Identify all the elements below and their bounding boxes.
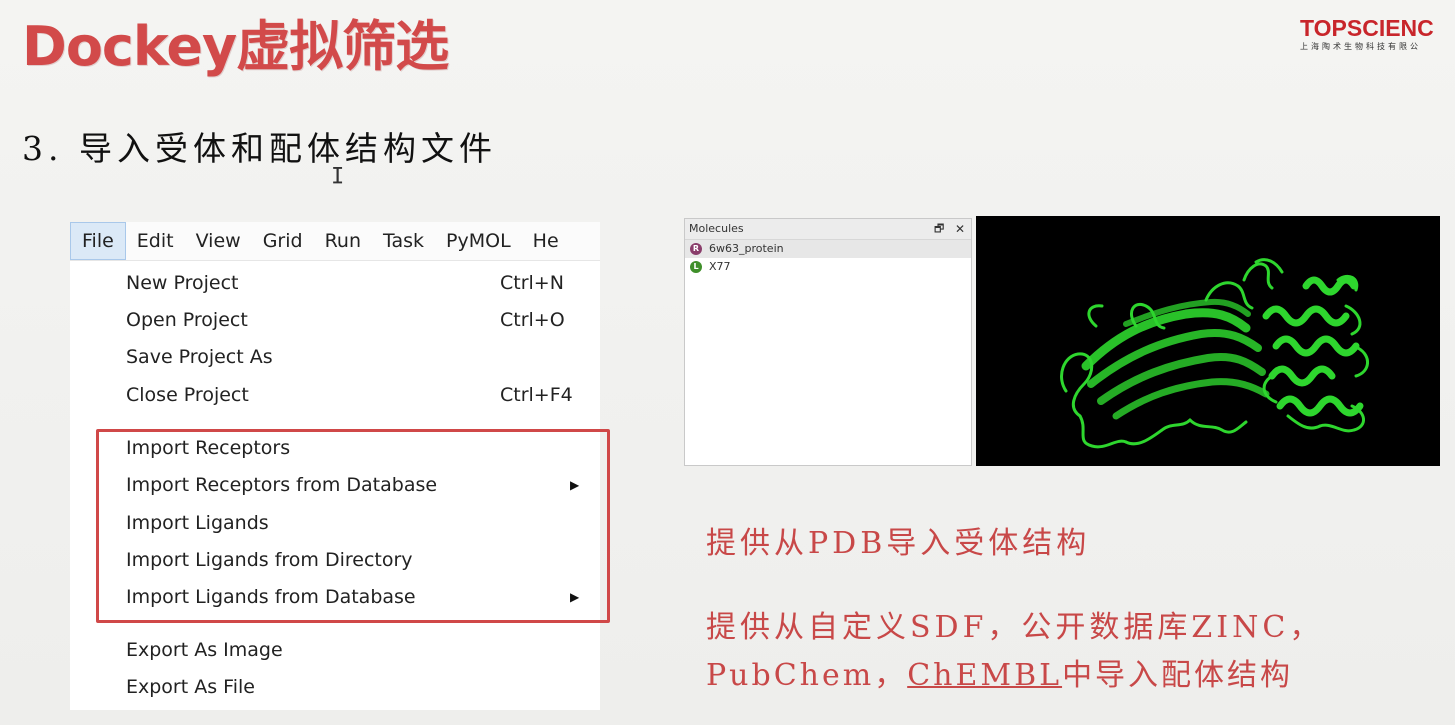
step-heading: 3. 导入受体和配体结构文件 <box>22 129 497 168</box>
import-highlight-box <box>96 429 610 623</box>
slide-title: Dockey虚拟筛选 <box>22 15 449 78</box>
menu-item-label: Save Project As <box>126 346 273 368</box>
menu-item-shortcut: Ctrl+F4 <box>500 384 573 406</box>
menu-item-label: Export As File <box>126 676 255 698</box>
menu-item-shortcut: Ctrl+N <box>500 272 564 294</box>
float-panel-icon[interactable]: 🗗 <box>934 219 944 239</box>
menu-help[interactable]: He <box>522 222 570 260</box>
menu-item-close-project[interactable]: Close Project Ctrl+F4 <box>126 378 600 412</box>
molecule-row-ligand[interactable]: L X77 <box>685 258 971 276</box>
molecule-name: X77 <box>709 260 731 273</box>
slide: Dockey虚拟筛选 TOPSCIENC 上海陶术生物科技有限公 3. 导入受体… <box>0 0 1455 725</box>
menu-item-label: Close Project <box>126 384 249 406</box>
menu-edit[interactable]: Edit <box>126 222 185 260</box>
menu-item-shortcut: Ctrl+O <box>500 309 565 331</box>
chembl-text: ChEMBL <box>907 658 1063 693</box>
menu-item-export-as-image[interactable]: Export As Image <box>126 633 600 667</box>
menu-item-export-as-file[interactable]: Export As File <box>126 670 600 704</box>
menubar: File Edit View Grid Run Task PyMOL He <box>70 222 600 261</box>
molecules-panel-title: Molecules <box>689 222 744 235</box>
text-cursor-icon: Ι <box>331 164 345 189</box>
menu-item-label: New Project <box>126 272 239 294</box>
menu-item-open-project[interactable]: Open Project Ctrl+O <box>126 303 600 337</box>
logo-brand: TOPSCIENC <box>1300 16 1434 41</box>
protein-3d-viewer[interactable] <box>976 216 1440 466</box>
molecules-panel-header: Molecules 🗗 ✕ <box>685 219 971 240</box>
menu-item-new-project[interactable]: New Project Ctrl+N <box>126 266 600 300</box>
protein-ribbon-icon <box>1060 258 1369 449</box>
menu-task[interactable]: Task <box>372 222 435 260</box>
pubchem-text: PubChem， <box>706 658 908 693</box>
close-panel-icon[interactable]: ✕ <box>955 219 965 239</box>
menu-grid[interactable]: Grid <box>252 222 314 260</box>
menu-item-save-project-as[interactable]: Save Project As <box>126 340 600 374</box>
menu-item-label: Open Project <box>126 309 248 331</box>
receptor-import-note: 提供从PDB导入受体结构 <box>706 526 1091 561</box>
ligand-badge-icon: L <box>690 261 702 273</box>
molecule-name: 6w63_protein <box>709 242 784 255</box>
molecules-panel: Molecules 🗗 ✕ R 6w63_protein L X77 <box>684 218 972 466</box>
ligand-note-tail: 中导入配体结构 <box>1062 658 1294 693</box>
menu-file[interactable]: File <box>70 222 126 260</box>
logo-subtitle: 上海陶术生物科技有限公 <box>1300 42 1421 51</box>
molecule-row-receptor[interactable]: R 6w63_protein <box>685 240 971 258</box>
menu-item-label: Export As Image <box>126 639 283 661</box>
menu-run[interactable]: Run <box>314 222 372 260</box>
receptor-badge-icon: R <box>690 243 702 255</box>
ligand-import-note-line2: PubChem，ChEMBL中导入配体结构 <box>706 650 1293 694</box>
company-logo: TOPSCIENC 上海陶术生物科技有限公 <box>1300 16 1455 56</box>
ligand-import-note-line1: 提供从自定义SDF，公开数据库ZINC， <box>706 610 1324 645</box>
menu-view[interactable]: View <box>185 222 252 260</box>
menu-pymol[interactable]: PyMOL <box>435 222 522 260</box>
